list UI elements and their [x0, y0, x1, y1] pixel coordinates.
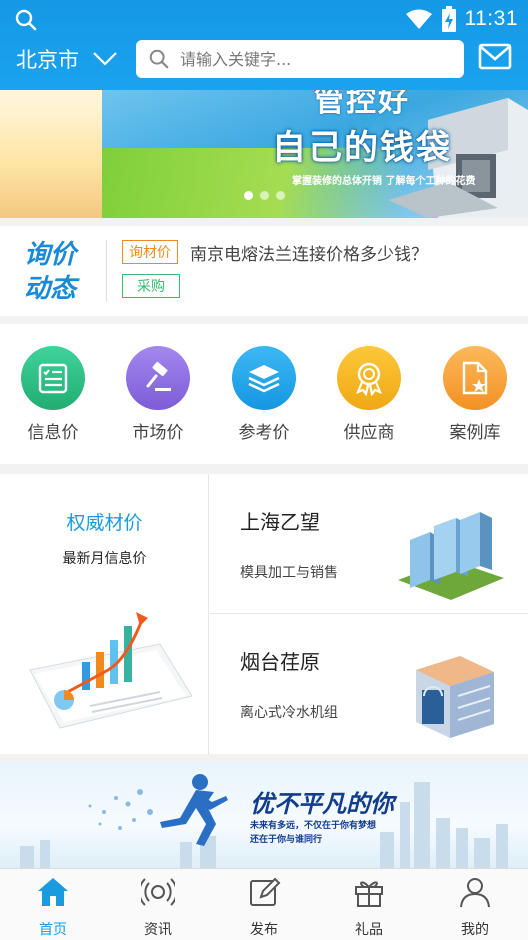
city-selector[interactable]: 北京市 [16, 44, 117, 74]
gift-icon [355, 881, 383, 907]
battery-charging-icon [441, 6, 456, 32]
search-icon [149, 49, 169, 69]
inquiry-headline[interactable]: 南京电熔法兰连接价格多少钱？ [190, 240, 428, 265]
banner-headline-top: 管控好 [314, 90, 410, 119]
promo-banner[interactable]: 管控好 自己的钱袋 掌握装修的总体开销 了解每个工种的花费 [0, 90, 528, 218]
award-icon [337, 346, 401, 410]
tag-purchase: 采购 [122, 274, 180, 298]
ad-title: 优不平凡的你 [250, 790, 394, 818]
tab-label: 礼品 [355, 922, 383, 938]
status-indicators: 11:31 [405, 6, 519, 32]
supplier-business: 离心式冷水机组 [240, 705, 338, 721]
banner-headline: 自己的钱袋 [272, 128, 452, 168]
category-supplier[interactable]: 供应商 [324, 346, 414, 443]
search-input[interactable] [180, 49, 440, 69]
inquiry-news[interactable]: 询价 动态 询材价 采购 南京电熔法兰连接价格多少钱？ [0, 226, 528, 316]
tab-label: 我的 [461, 922, 489, 938]
card-title: 权威材价 [66, 512, 143, 534]
chevron-down-icon [93, 52, 117, 66]
app-screen: 11:31 北京市 请输入关键字... 管控好 自己的钱袋 掌握装修的总体开销 … [0, 0, 528, 940]
list-icon [21, 346, 85, 410]
category-label: 市场价 [132, 423, 184, 443]
banner-slide: 管控好 自己的钱袋 掌握装修的总体开销 了解每个工种的花费 [102, 90, 528, 218]
category-grid: 信息价 市场价 参考价 供应商 案例库 [0, 324, 528, 464]
authoritative-price-card[interactable]: 权威材价 最新月信息价 [0, 474, 209, 754]
banner-pager [244, 191, 285, 200]
category-label: 信息价 [27, 423, 79, 443]
bottom-tab-bar: 首页 资讯 发布 礼品 我的 [0, 868, 528, 940]
header: 11:31 北京市 [0, 0, 528, 90]
card-subtitle: 最新月信息价 [62, 551, 147, 567]
gavel-icon [126, 346, 190, 410]
mail-icon[interactable] [478, 42, 512, 72]
chart-report-illustration [29, 612, 193, 729]
category-label: 供应商 [343, 423, 395, 443]
layers-icon [232, 346, 296, 410]
search-icon[interactable] [14, 8, 38, 32]
ad-line: 未来有多远，不仅在于你有梦想 [250, 821, 377, 831]
tab-home[interactable]: 首页 [13, 875, 93, 939]
inquiry-logo-line: 动态 [24, 274, 77, 304]
supplier-name: 上海乙望 [240, 510, 320, 534]
tab-gifts[interactable]: 礼品 [329, 875, 409, 939]
tab-label: 首页 [39, 922, 67, 938]
tab-news[interactable]: 资讯 [118, 875, 198, 939]
ad-banner[interactable]: 优不平凡的你 未来有多远，不仅在于你有梦想 还在于你与谁同行 [0, 762, 528, 868]
building-illustration [416, 656, 494, 738]
ad-line: 还在于你与谁同行 [250, 835, 323, 845]
tab-label: 资讯 [144, 922, 172, 938]
inquiry-logo-line: 询价 [24, 240, 77, 270]
supplier-card[interactable]: 烟台荏原 离心式冷水机组 [210, 614, 528, 754]
banner-subtitle: 掌握装修的总体开销 了解每个工种的花费 [292, 176, 476, 187]
edit-icon [250, 877, 281, 906]
nav-row: 北京市 [0, 38, 528, 82]
divider [106, 240, 107, 302]
category-market-price[interactable]: 市场价 [113, 346, 203, 443]
pager-dot[interactable] [260, 191, 269, 200]
status-bar: 11:31 [0, 0, 528, 38]
pager-dot[interactable] [244, 191, 253, 200]
category-label: 参考价 [238, 423, 290, 443]
category-info-price[interactable]: 信息价 [8, 346, 98, 443]
office-towers-illustration [398, 512, 504, 600]
tab-profile[interactable]: 我的 [435, 875, 515, 939]
search-box[interactable] [136, 40, 464, 78]
tab-publish[interactable]: 发布 [224, 875, 304, 939]
home-icon [38, 878, 68, 906]
user-icon [460, 878, 490, 908]
category-reference-price[interactable]: 参考价 [219, 346, 309, 443]
tag-price-inquiry: 询材价 [122, 240, 178, 264]
inquiry-logo: 询价 动态 [24, 238, 76, 306]
supplier-card[interactable]: 上海乙望 模具加工与销售 [210, 474, 528, 614]
wifi-icon [405, 9, 432, 29]
broadcast-icon [138, 878, 178, 906]
category-label: 案例库 [449, 423, 501, 443]
tab-label: 发布 [250, 922, 278, 938]
pager-dot[interactable] [276, 191, 285, 200]
document-star-icon [443, 346, 507, 410]
city-label: 北京市 [16, 48, 79, 72]
category-case-library[interactable]: 案例库 [430, 346, 520, 443]
supplier-business: 模具加工与销售 [240, 565, 338, 581]
feature-blocks: 权威材价 最新月信息价 上海乙望 模具加工与销售 烟台荏原 离心式冷水机组 [0, 474, 528, 754]
supplier-name: 烟台荏原 [240, 650, 320, 674]
banner-prev-slide [0, 90, 102, 218]
clock: 11:31 [464, 7, 518, 30]
